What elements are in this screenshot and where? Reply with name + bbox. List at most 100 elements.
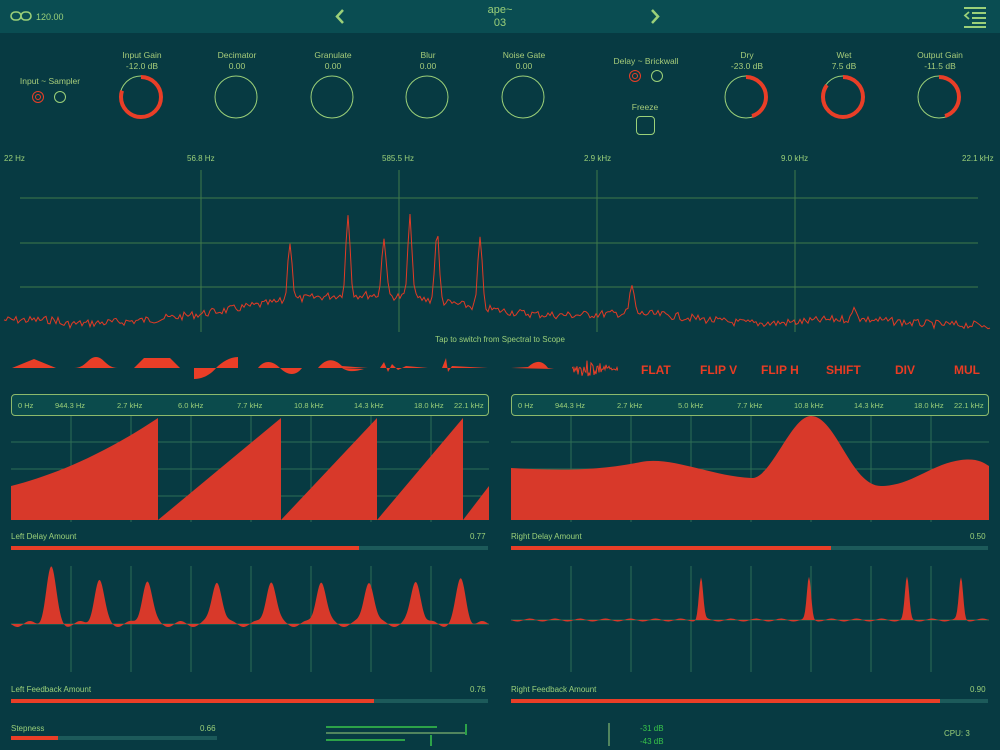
- freq-tick: 7.7 kHz: [237, 401, 263, 410]
- spectrum-analyzer[interactable]: [0, 160, 1000, 335]
- spectrum-hint[interactable]: Tap to switch from Spectral to Scope: [0, 335, 1000, 344]
- freeze-toggle[interactable]: [636, 116, 655, 135]
- dry-level-arc: [724, 75, 768, 119]
- right-delay-label: Right Delay Amount: [511, 532, 582, 541]
- granulate-knob[interactable]: [308, 73, 356, 121]
- freq-tick: 6.0 kHz: [178, 401, 204, 410]
- blur-knob[interactable]: [403, 73, 451, 121]
- shape-preset-sine-icon: [194, 357, 238, 379]
- freq-tick: 2.7 kHz: [617, 401, 643, 410]
- left-feedback-value: 0.76: [470, 685, 486, 694]
- input-gain-knob[interactable]: [117, 73, 165, 121]
- left-delay-value: 0.77: [470, 532, 486, 541]
- left-delay-slider-fill: [11, 546, 360, 550]
- freq-tick: 0 Hz: [18, 401, 34, 410]
- right-feedback-slider[interactable]: [511, 699, 988, 703]
- brickwall-radio[interactable]: [651, 70, 663, 82]
- shape-preset-triangle-icon: [12, 359, 56, 368]
- blur-value: 0.00: [419, 61, 437, 71]
- output-gain-knob[interactable]: [915, 73, 963, 121]
- left-delay-label: Left Delay Amount: [11, 532, 77, 541]
- wet-value: 7.5 dB: [831, 61, 857, 71]
- left-feedback-slider-fill: [11, 699, 374, 703]
- cpu-indicator: CPU: 3: [944, 729, 970, 738]
- right-feedback-label: Right Feedback Amount: [511, 685, 597, 694]
- previous-preset-icon[interactable]: [335, 9, 345, 24]
- meter-top-db: -31 dB: [640, 724, 664, 733]
- left-delay-slider[interactable]: [11, 546, 488, 550]
- granulate-name: Granulate: [314, 50, 352, 60]
- wet-name: Wet: [836, 50, 852, 60]
- freq-tick: 7.7 kHz: [737, 401, 763, 410]
- right-delay-slider-fill: [511, 546, 831, 550]
- right-delay-graph[interactable]: [511, 416, 989, 522]
- shape-presets: [12, 357, 554, 379]
- freq-tick: 22.1 kHz: [954, 401, 984, 410]
- input-radio[interactable]: [32, 91, 44, 103]
- wet-knob[interactable]: [819, 73, 867, 121]
- left-feedback-slider[interactable]: [11, 699, 488, 703]
- freq-tick: 944.3 Hz: [55, 401, 86, 410]
- freq-tick: 0 Hz: [518, 401, 534, 410]
- output-gain-name: Output Gain: [917, 50, 963, 60]
- link-icon[interactable]: [10, 10, 32, 22]
- output-gain-value: -11.5 dB: [924, 61, 956, 71]
- delay-radio[interactable]: [629, 70, 641, 82]
- dry-knob[interactable]: [722, 73, 770, 121]
- left-delay-graph[interactable]: [11, 416, 489, 522]
- input-gain-name: Input Gain: [122, 50, 162, 60]
- freq-tick: 2.7 kHz: [117, 401, 143, 410]
- level-meter: [326, 723, 610, 746]
- granulate-label: Granulate 0.00: [291, 50, 375, 72]
- right-frequency-axis: 0 Hz 944.3 Hz 2.7 kHz 5.0 kHz 7.7 kHz 10…: [511, 394, 989, 416]
- preset-name[interactable]: ape~: [460, 4, 540, 16]
- freq-tick: 18.0 kHz: [914, 401, 944, 410]
- div-button[interactable]: DIV: [895, 363, 915, 377]
- decimator-value: 0.00: [228, 61, 246, 71]
- noise-gate-label: Noise Gate 0.00: [482, 50, 566, 72]
- preset-number: 03: [493, 17, 507, 29]
- right-delay-value: 0.50: [970, 532, 986, 541]
- flat-button[interactable]: FLAT: [641, 363, 671, 377]
- decimator-knob[interactable]: [212, 73, 260, 121]
- input-gain-level-arc: [119, 75, 163, 119]
- next-preset-icon[interactable]: [650, 9, 660, 24]
- sampler-radio[interactable]: [54, 91, 66, 103]
- shape-preset-trapezoid-icon: [134, 358, 180, 368]
- blur-name: Blur: [420, 50, 436, 60]
- meter-bottom-db: -43 dB: [640, 737, 664, 746]
- freq-tick: 14.3 kHz: [354, 401, 384, 410]
- shape-preset-wave-icon: [258, 362, 302, 374]
- left-feedback-graph[interactable]: [11, 566, 489, 672]
- flip-h-button[interactable]: FLIP H: [761, 363, 799, 377]
- right-feedback-graph[interactable]: [511, 566, 989, 672]
- left-feedback-label: Left Feedback Amount: [11, 685, 92, 694]
- input-mode-label: Input ~ Sampler: [19, 76, 81, 86]
- delay-mode-label: Delay ~ Brickwall: [613, 56, 679, 66]
- tempo-value[interactable]: 120.00: [36, 12, 64, 22]
- wet-level-arc: [821, 75, 865, 119]
- dry-name: Dry: [740, 50, 754, 60]
- dry-label: Dry -23.0 dB: [705, 50, 789, 72]
- shape-preset-ripple-icon: [511, 361, 554, 369]
- noise-gate-knob[interactable]: [499, 73, 547, 121]
- decimator-label: Decimator 0.00: [195, 50, 279, 72]
- flip-v-button[interactable]: FLIP V: [700, 363, 737, 377]
- menu-icon[interactable]: [963, 6, 987, 28]
- noise-gate-name: Noise Gate: [502, 50, 546, 60]
- freq-tick: 5.0 kHz: [678, 401, 704, 410]
- right-feedback-value: 0.90: [970, 685, 986, 694]
- shift-button[interactable]: SHIFT: [826, 363, 861, 377]
- right-delay-slider[interactable]: [511, 546, 988, 550]
- shape-preset-damped-icon: [380, 362, 428, 372]
- mul-button[interactable]: MUL: [954, 363, 980, 377]
- output-gain-level-arc: [917, 75, 961, 119]
- shape-preset-noise-icon[interactable]: [572, 358, 618, 380]
- stepness-value: 0.66: [200, 724, 216, 733]
- stepness-slider[interactable]: [11, 736, 217, 740]
- freq-tick: 22.1 kHz: [454, 401, 484, 410]
- freeze-label: Freeze: [631, 102, 659, 112]
- freq-tick: 10.8 kHz: [294, 401, 324, 410]
- shape-preset-bell-icon: [74, 357, 118, 368]
- right-feedback-slider-fill: [511, 699, 941, 703]
